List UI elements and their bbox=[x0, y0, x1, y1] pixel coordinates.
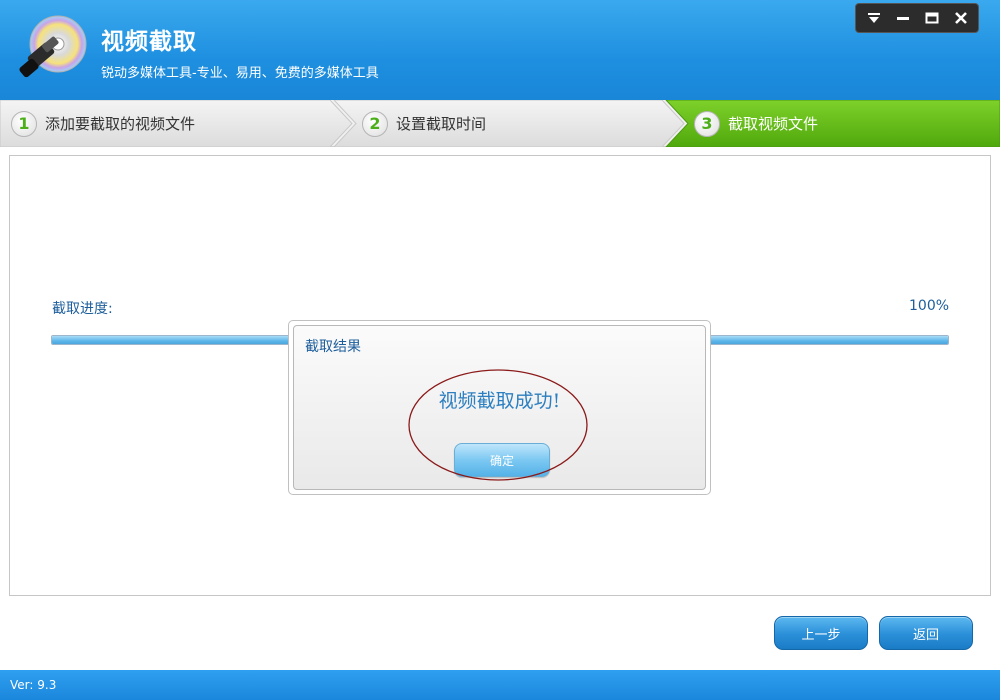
dialog-body: 截取结果 视频截取成功! 确定 bbox=[293, 325, 706, 490]
result-dialog: 截取结果 视频截取成功! 确定 bbox=[288, 320, 711, 495]
step-label: 设置截取时间 bbox=[396, 115, 487, 133]
dropdown-icon[interactable] bbox=[861, 6, 887, 30]
step-3[interactable]: 3 截取视频文件 bbox=[694, 100, 818, 147]
step-wizard-bar: 1 添加要截取的视频文件 2 设置截取时间 3 截取视频文件 bbox=[0, 100, 1000, 147]
status-bar: Ver: 9.3 bbox=[0, 670, 1000, 700]
progress-percent: 100% bbox=[909, 298, 950, 314]
maximize-icon[interactable] bbox=[919, 6, 945, 30]
minimize-icon[interactable] bbox=[890, 6, 916, 30]
previous-step-button[interactable]: 上一步 bbox=[774, 616, 868, 650]
progress-label: 截取进度: bbox=[52, 301, 113, 317]
close-icon[interactable] bbox=[948, 6, 974, 30]
app-title: 视频截取 bbox=[101, 29, 197, 55]
step-number-badge: 1 bbox=[11, 110, 37, 137]
step-1[interactable]: 1 添加要截取的视频文件 bbox=[11, 100, 195, 147]
step-label: 截取视频文件 bbox=[728, 115, 819, 133]
app-subtitle: 锐动多媒体工具-专业、易用、免费的多媒体工具 bbox=[101, 66, 379, 81]
step-2[interactable]: 2 设置截取时间 bbox=[362, 100, 486, 147]
video-camera-logo-icon bbox=[19, 15, 87, 78]
back-button[interactable]: 返回 bbox=[879, 616, 973, 650]
step-number-badge: 2 bbox=[362, 110, 388, 137]
step-label: 添加要截取的视频文件 bbox=[45, 115, 196, 133]
success-message: 视频截取成功! bbox=[438, 390, 561, 412]
ok-button[interactable]: 确定 bbox=[454, 443, 550, 477]
step-number-badge: 3 bbox=[694, 110, 720, 137]
dialog-title: 截取结果 bbox=[305, 339, 361, 355]
window-controls bbox=[855, 3, 979, 33]
version-label: Ver: 9.3 bbox=[10, 678, 57, 692]
title-bar: 视频截取 锐动多媒体工具-专业、易用、免费的多媒体工具 bbox=[0, 0, 1000, 100]
